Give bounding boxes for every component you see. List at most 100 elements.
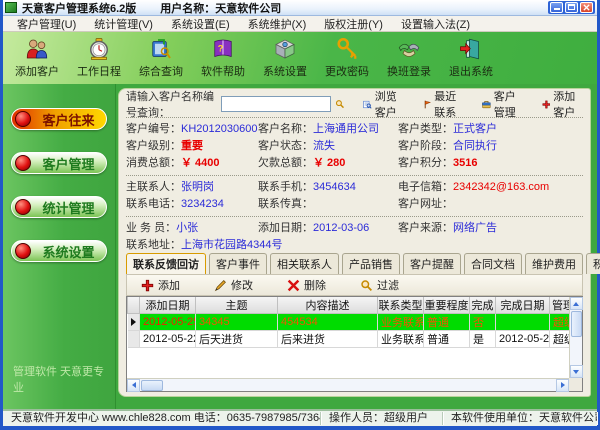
customer-management-button[interactable]: 客户管理 — [482, 88, 524, 120]
col-done[interactable]: 完成 — [470, 297, 496, 314]
menu-copyright-register[interactable]: 版权注册(Y) — [316, 15, 391, 33]
field-customer-source: 客户来源：网络广告 — [398, 220, 583, 237]
table-row[interactable]: 2012-05-22 后天进货 后来进货 业务联系 普通 是 2012-05-2… — [128, 331, 570, 348]
col-description[interactable]: 内容描述 — [278, 297, 378, 314]
scroll-up-button[interactable] — [570, 297, 583, 310]
close-icon — [581, 3, 592, 12]
divider — [126, 175, 583, 176]
main-toolbar: 添加客户 工作日程 综合查询 ? — [3, 32, 597, 84]
field-customer-name: 客户名称：上海通用公司 — [258, 121, 398, 138]
window-title: 天意客户管理系统6.2版 — [22, 0, 136, 16]
field-customer-id: 客户编号：KH201203060001 — [126, 121, 258, 138]
browse-customers-button[interactable]: 浏览客户 — [363, 88, 405, 120]
toolbar-work-schedule[interactable]: 工作日程 — [71, 37, 127, 79]
contact-details: 主联系人：张明岗 联系手机：3454634 电子信箱：2342342@163.c… — [126, 179, 583, 213]
tab-product-sales[interactable]: 产品销售 — [342, 253, 400, 274]
tab-points-management[interactable]: 积分管理 — [586, 253, 600, 274]
app-window: 天意客户管理系统6.2版 用户名称：天意软件公司 客户管理(U) 统计管理(V)… — [0, 0, 600, 430]
add-customer-button[interactable]: 添加客户 — [542, 88, 584, 120]
edit-record-button[interactable]: 修改 — [214, 277, 253, 293]
scroll-left-button[interactable] — [127, 379, 140, 392]
filter-record-icon — [360, 279, 373, 292]
red-button-icon — [15, 111, 31, 127]
toolbar-add-customer[interactable]: 添加客户 — [9, 37, 65, 79]
system-settings-icon — [272, 37, 298, 61]
menu-statistics-management[interactable]: 统计管理(V) — [86, 15, 161, 33]
col-subject[interactable]: 主题 — [196, 297, 278, 314]
status-bar: 天意软件开发中心 www.chle828.com 电话：0635-7987985… — [3, 409, 597, 426]
menu-customer-management[interactable]: 客户管理(U) — [9, 15, 84, 33]
svg-text:?: ? — [218, 43, 224, 53]
sales-details: 业 务 员：小张 添加日期：2012-03-06 客户来源：网络广告 联系地址：… — [126, 220, 583, 254]
col-importance[interactable]: 重要程度 — [424, 297, 470, 314]
tab-related-contacts[interactable]: 相关联系人 — [270, 253, 339, 274]
field-email: 电子信箱：2342342@163.com — [398, 179, 583, 196]
sidebar-item-customer-contacts[interactable]: 客户往来 — [11, 108, 107, 130]
menu-input-method[interactable]: 设置输入法(Z) — [393, 15, 478, 33]
recent-contacts-button[interactable]: 最近联系 — [423, 88, 465, 120]
sidebar-item-system-settings[interactable]: 系统设置 — [11, 240, 107, 262]
content-panel: 请输入客户名称编号查询： 浏览客户 — [118, 88, 591, 397]
tab-customer-reminder[interactable]: 客户提醒 — [403, 253, 461, 274]
field-website: 客户网址： — [398, 196, 583, 213]
customer-search-input[interactable] — [221, 96, 331, 112]
divider — [126, 216, 583, 217]
filter-record-button[interactable]: 过滤 — [360, 277, 399, 293]
caption-buttons — [548, 1, 595, 14]
tab-contract-docs[interactable]: 合同文档 — [464, 253, 522, 274]
toolbar-system-settings[interactable]: 系统设置 — [257, 37, 313, 79]
menu-system-settings[interactable]: 系统设置(E) — [163, 15, 238, 33]
sidebar-nav: 客户往来 客户管理 统计管理 系统设置 管理软件 天意更专业 — [3, 84, 116, 409]
toolbar-shift-login[interactable]: 换班登录 — [381, 37, 437, 79]
divider — [126, 117, 583, 118]
edit-record-icon — [214, 279, 227, 292]
tab-customer-events[interactable]: 客户事件 — [209, 253, 267, 274]
field-fax: 联系传真： — [258, 196, 398, 213]
search-icon[interactable] — [335, 97, 345, 111]
close-button[interactable] — [580, 2, 593, 13]
sidebar-item-customer-management[interactable]: 客户管理 — [11, 152, 107, 174]
add-record-button[interactable]: 添加 — [141, 277, 180, 293]
field-customer-points: 客户积分：3516 — [398, 155, 583, 172]
vertical-scroll-thumb[interactable] — [571, 311, 582, 337]
record-toolbar: 添加 修改 删除 过滤 — [126, 274, 583, 296]
status-license-unit: 本软件使用单位：天意软件公司 — [443, 412, 597, 425]
col-contact-type[interactable]: 联系类型 — [378, 297, 424, 314]
toolbar-software-help[interactable]: ? 软件帮助 — [195, 37, 251, 79]
toolbar-exit-system[interactable]: 退出系统 — [443, 37, 499, 79]
content-wrapper: 请输入客户名称编号查询： 浏览客户 — [116, 84, 597, 409]
minimize-button[interactable] — [550, 2, 563, 13]
horizontal-scrollbar[interactable] — [127, 378, 569, 391]
field-main-contact: 主联系人：张明岗 — [126, 179, 258, 196]
detail-tabs: 联系反馈回访 客户事件 相关联系人 产品销售 客户提醒 合同文档 维护费用 积分… — [126, 256, 583, 274]
shift-login-icon — [396, 37, 422, 61]
maximize-button[interactable] — [565, 2, 578, 13]
table-row[interactable]: 2012-05-25 34345 454534 业务联系 普通 否 超级用户 — [128, 314, 570, 331]
scroll-down-button[interactable] — [570, 365, 583, 378]
sidebar-item-statistics-management[interactable]: 统计管理 — [11, 196, 107, 218]
status-developer-info: 天意软件开发中心 www.chle828.com 电话：0635-7987985… — [3, 412, 321, 425]
vertical-scrollbar[interactable] — [569, 297, 582, 378]
arrow-down-icon — [573, 370, 579, 374]
scroll-right-button[interactable] — [556, 379, 569, 392]
horizontal-scroll-thumb[interactable] — [141, 380, 163, 391]
window-user-label: 用户名称：天意软件公司 — [160, 0, 281, 16]
tab-maintenance-fees[interactable]: 维护费用 — [525, 253, 583, 274]
field-customer-level: 客户级别：重要 — [126, 138, 258, 155]
delete-record-button[interactable]: 删除 — [287, 277, 326, 293]
menu-system-maintenance[interactable]: 系统维护(X) — [240, 15, 315, 33]
col-add-date[interactable]: 添加日期 — [140, 297, 196, 314]
col-admin[interactable]: 管理员 — [550, 297, 570, 314]
col-done-date[interactable]: 完成日期 — [496, 297, 550, 314]
exit-system-icon — [458, 37, 484, 61]
arrow-right-icon — [561, 382, 565, 388]
toolbar-change-password[interactable]: 更改密码 — [319, 37, 375, 79]
tab-contact-feedback[interactable]: 联系反馈回访 — [126, 253, 206, 274]
toolbar-combined-query[interactable]: 综合查询 — [133, 37, 189, 79]
main-body: 客户往来 客户管理 统计管理 系统设置 管理软件 天意更专业 请输入客户名称编号… — [3, 84, 597, 409]
sidebar-slogan: 管理软件 天意更专业 — [3, 363, 115, 395]
red-button-icon — [15, 243, 31, 259]
search-label: 请输入客户名称编号查询： — [126, 88, 217, 120]
row-marker — [128, 331, 140, 348]
red-button-icon — [15, 155, 31, 171]
